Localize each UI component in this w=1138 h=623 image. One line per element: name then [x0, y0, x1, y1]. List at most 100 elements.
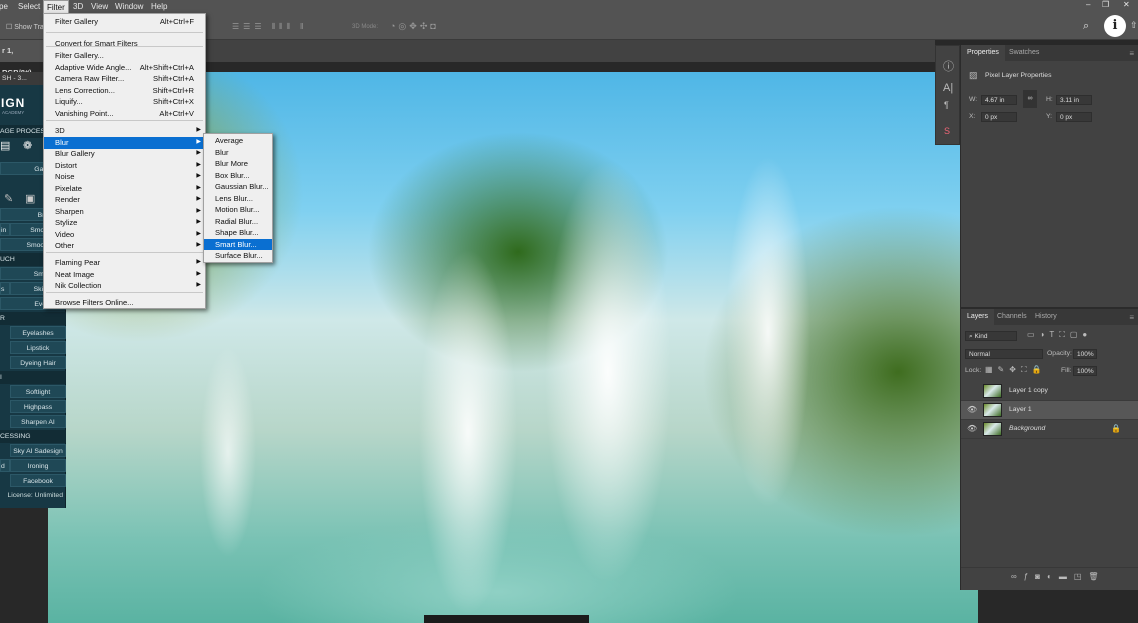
filter-menu-item[interactable]: Vanishing Point... Alt+Ctrl+V	[44, 108, 205, 120]
tab-layers[interactable]: Layers	[961, 309, 995, 325]
s-left-button[interactable]: s	[0, 282, 10, 295]
link-icon[interactable]: ∞	[1023, 90, 1037, 108]
fill-field[interactable]: 100%	[1073, 366, 1097, 376]
filter-menu-item[interactable]: Convert for Smart Filters	[44, 38, 205, 50]
3d-mode-icons[interactable]: ◔◎✥✣◘	[390, 21, 439, 32]
align-icons[interactable]: ☰☰☰ ⫴⫴⫴ ‖	[232, 22, 307, 32]
show-transform-checkbox[interactable]: ☐ Show Tra	[6, 23, 44, 31]
filter-menu-item[interactable]: Flaming Pear ▶	[44, 257, 205, 269]
filter-menu-item[interactable]: Nik Collection ▶	[44, 280, 205, 292]
filter-kind-select[interactable]: ⌕ Kind	[965, 331, 1017, 341]
blur-submenu-item[interactable]: Radial Blur...	[204, 216, 272, 228]
filter-menu-item[interactable]: Neat Image ▶	[44, 269, 205, 281]
menu-help[interactable]: Help	[148, 2, 170, 11]
blur-submenu-item[interactable]: Average	[204, 135, 272, 147]
plugin-tab[interactable]: SH - 3...	[0, 72, 44, 85]
dyeing-hair-button[interactable]: Dyeing Hair	[10, 356, 66, 369]
opacity-field[interactable]: 100%	[1073, 349, 1097, 359]
panel-menu-icon[interactable]: ≡	[1129, 49, 1134, 58]
rgb-circles-icon[interactable]: ❁	[23, 139, 32, 152]
x-field[interactable]: 0 px	[981, 112, 1017, 122]
filter-type-icons[interactable]: ▭◑T⛶▢●	[1027, 330, 1092, 340]
character-panel-icon[interactable]: A|	[943, 82, 953, 94]
facebook-button[interactable]: Facebook	[10, 474, 66, 487]
eye-icon[interactable]: 👁	[967, 405, 977, 414]
d-left-button[interactable]: d	[0, 459, 10, 472]
height-field[interactable]: 3.11 in	[1056, 95, 1092, 105]
ironing-button[interactable]: Ironing	[10, 459, 66, 472]
tab-channels[interactable]: Channels	[991, 309, 1033, 325]
filter-menu-item[interactable]: Filter Gallery Alt+Ctrl+F	[44, 16, 205, 28]
blur-submenu-item[interactable]: Motion Blur...	[204, 204, 272, 216]
menu-view[interactable]: View	[88, 2, 111, 11]
filter-menu-item[interactable]: 3D ▶	[44, 125, 205, 137]
tab-history[interactable]: History	[1029, 309, 1063, 325]
lock-icons[interactable]: ▦✎✥⛶🔒	[985, 365, 1047, 375]
restore-button[interactable]: ❐	[1099, 0, 1112, 9]
filter-menu-item[interactable]: Blur Gallery ▶	[44, 148, 205, 160]
filter-menu-item[interactable]: Noise ▶	[44, 171, 205, 183]
menu-select[interactable]: Select	[15, 2, 43, 11]
menu-3d[interactable]: 3D	[70, 2, 86, 11]
paragraph-panel-icon[interactable]: ¶	[944, 100, 949, 110]
search-icon[interactable]: ⌕	[1083, 20, 1089, 33]
filter-menu-item[interactable]: Browse Filters Online...	[44, 297, 205, 309]
document-tab[interactable]: r 1, RGB/8#)	[0, 40, 44, 77]
submenu-arrow-icon: ▶	[196, 271, 201, 277]
blur-submenu-item[interactable]: Smart Blur...	[204, 238, 272, 250]
blur-submenu-item[interactable]: Blur	[204, 147, 272, 159]
sky-ai-button[interactable]: Sky AI Sadesign	[10, 444, 66, 457]
skin-left-button[interactable]: in	[0, 223, 10, 236]
lipstick-button[interactable]: Lipstick	[10, 341, 66, 354]
w-label: W:	[969, 96, 978, 103]
eye-icon[interactable]: 👁	[967, 424, 977, 433]
filter-menu-item[interactable]: Other ▶	[44, 240, 205, 252]
y-field[interactable]: 0 px	[1056, 112, 1092, 122]
menu-image[interactable]: pe	[0, 2, 11, 11]
width-field[interactable]: 4.67 in	[981, 95, 1017, 105]
softlight-button[interactable]: Softlight	[10, 385, 66, 398]
blend-mode-select[interactable]: Normal	[965, 349, 1043, 359]
blur-submenu-item[interactable]: Shape Blur...	[204, 227, 272, 239]
layer-row[interactable]: 👁 Background 🔒	[961, 420, 1138, 439]
filter-menu-item[interactable]: Liquify... Shift+Ctrl+X	[44, 96, 205, 108]
sharpen-ai-button[interactable]: Sharpen AI	[10, 415, 66, 428]
filter-menu-item[interactable]: Camera Raw Filter... Shift+Ctrl+A	[44, 73, 205, 85]
highpass-button[interactable]: Highpass	[10, 400, 66, 413]
filter-menu-item[interactable]: Stylize ▶	[44, 217, 205, 229]
menu-item-label: Vanishing Point...	[55, 109, 114, 118]
share-icon[interactable]: ⇧	[1130, 20, 1138, 31]
filter-menu-item[interactable]: Blur ▶	[44, 137, 205, 149]
blur-submenu-item[interactable]: Box Blur...	[204, 170, 272, 182]
layer-row-selected[interactable]: 👁 Layer 1	[961, 401, 1138, 420]
blur-submenu-item[interactable]: Lens Blur...	[204, 193, 272, 205]
eyelashes-button[interactable]: Eyelashes	[10, 326, 66, 339]
filter-menu-item[interactable]: Filter Gallery...	[44, 50, 205, 62]
menu-window[interactable]: Window	[112, 2, 146, 11]
blur-submenu-item[interactable]: Blur More	[204, 158, 272, 170]
blur-submenu-item[interactable]: Surface Blur...	[204, 250, 272, 262]
info-panel-icon[interactable]: ⓘ	[943, 58, 954, 74]
chip-icon[interactable]: ▣	[25, 192, 35, 205]
layer-action-icons[interactable]: ∞ƒ◙◐▬◳🗑	[1011, 572, 1106, 581]
panel-menu-icon[interactable]: ≡	[1129, 313, 1134, 322]
bandage-icon[interactable]: ✎	[4, 192, 13, 205]
blur-submenu-item[interactable]: Gaussian Blur...	[204, 181, 272, 193]
tab-swatches[interactable]: Swatches	[1003, 45, 1045, 61]
layer-row[interactable]: Layer 1 copy	[961, 382, 1138, 401]
filter-menu-item[interactable]: Lens Correction... Shift+Ctrl+R	[44, 85, 205, 97]
close-button[interactable]: ✕	[1120, 0, 1133, 9]
submenu-arrow-icon: ▶	[196, 196, 201, 202]
plugin-panel-icon[interactable]: S	[944, 126, 950, 136]
document-icon[interactable]: ▤	[0, 139, 10, 152]
filter-menu-item[interactable]: Adaptive Wide Angle... Alt+Shift+Ctrl+A	[44, 62, 205, 74]
minimize-button[interactable]: –	[1083, 0, 1093, 9]
menu-filter[interactable]: Filter	[43, 0, 69, 14]
filter-menu-item[interactable]: Distort ▶	[44, 160, 205, 172]
filter-menu-item[interactable]: Sharpen ▶	[44, 206, 205, 218]
tab-properties[interactable]: Properties	[961, 45, 1005, 61]
filter-menu-item[interactable]: Video ▶	[44, 229, 205, 241]
filter-menu-item[interactable]: Pixelate ▶	[44, 183, 205, 195]
info-icon[interactable]: i	[1104, 15, 1126, 37]
filter-menu-item[interactable]: Render ▶	[44, 194, 205, 206]
